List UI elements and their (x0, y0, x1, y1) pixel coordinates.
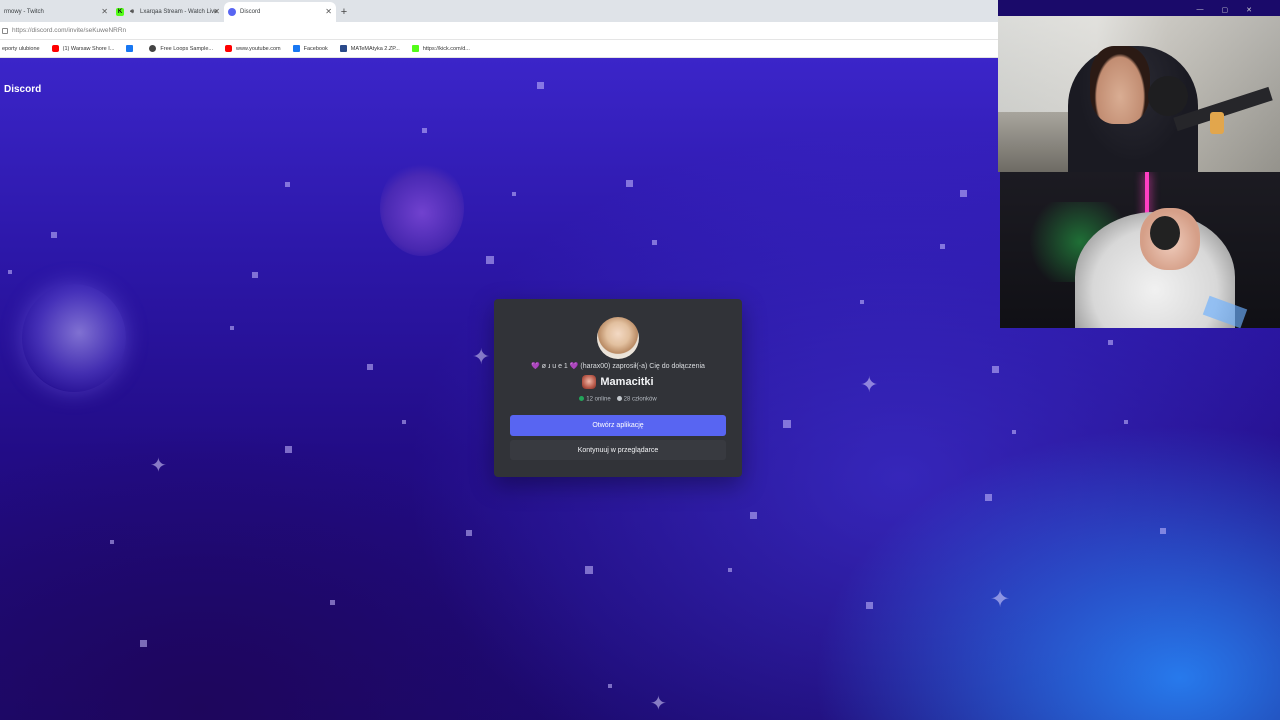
maximize-icon[interactable]: ▢ (1222, 6, 1229, 14)
potion-illustration (380, 160, 464, 256)
sparkle-icon: ✦ (990, 586, 1011, 613)
member-dot-icon (616, 396, 622, 401)
sparkle-icon: ✦ (472, 344, 491, 369)
youtube-icon (51, 45, 59, 52)
star (750, 512, 757, 519)
webcam-overlay-bottom (1000, 172, 1280, 328)
window-controls: — ▢ ✕ (1197, 6, 1253, 14)
discord-icon (228, 8, 236, 16)
inviter-text: 💜 ø ɹ u e 1 💜 (harax00) zaprosił(-a) Cię… (531, 363, 705, 370)
star (110, 540, 114, 544)
star (252, 272, 258, 278)
star (860, 300, 864, 304)
star (486, 256, 494, 264)
close-tab-icon[interactable]: ✕ (213, 7, 220, 16)
new-tab-button[interactable]: + (336, 2, 352, 22)
star (285, 182, 290, 187)
server-icon (582, 375, 597, 389)
online-dot-icon (579, 396, 585, 401)
server-stats: 12 online 28 członków (494, 396, 742, 403)
bookmark-item[interactable]: MATeMAtyka 2.ZP... (339, 45, 400, 52)
tab-discord[interactable]: Discord ✕ (224, 2, 336, 22)
github-icon (149, 45, 157, 52)
star (422, 128, 427, 133)
close-tab-icon[interactable]: ✕ (101, 7, 108, 16)
tab-label: Lxarqaa Stream - Watch Live (140, 9, 218, 15)
invite-modal: 💜 ø ɹ u e 1 💜 (harax00) zaprosił(-a) Cię… (494, 299, 742, 477)
bookmark-item[interactable]: Facebook (292, 45, 328, 52)
star (512, 192, 516, 196)
star (330, 600, 335, 605)
star (626, 180, 633, 187)
planet-illustration (22, 284, 126, 392)
star (367, 364, 373, 370)
star (960, 190, 967, 197)
tab-kick[interactable]: K 🔊︎ Lxarqaa Stream - Watch Live ✕ (112, 2, 224, 22)
bookmark-item[interactable]: Free Loops Sample... (149, 45, 213, 52)
youtube-icon (224, 45, 232, 52)
minimize-icon[interactable]: — (1197, 6, 1204, 14)
bookmark-item[interactable] (126, 45, 137, 52)
star (585, 566, 593, 574)
open-app-button[interactable]: Otwórz aplikację (510, 415, 726, 436)
bookmark-item[interactable]: www.youtube.com (224, 45, 281, 52)
star (466, 530, 472, 536)
star (728, 568, 732, 572)
star (285, 446, 292, 453)
screen: ✦ ✦ ✦ ✦ ✦ Discord 💜 ø ɹ u e 1 💜 (harax00… (0, 0, 1280, 720)
sparkle-icon: ✦ (650, 693, 667, 715)
kick-icon (411, 45, 419, 52)
matematyka-icon (339, 45, 347, 52)
tab-label: Discord (240, 9, 261, 15)
server-name: Mamacitki (600, 376, 654, 388)
star (783, 420, 791, 428)
star (608, 684, 612, 688)
bookmark-item[interactable]: (1) Warsaw Shore I... (51, 45, 114, 52)
bookmark-item[interactable]: eporty ulubione (2, 46, 40, 52)
close-tab-icon[interactable]: ✕ (325, 7, 332, 16)
star (51, 232, 57, 238)
close-window-icon[interactable]: ✕ (1246, 6, 1252, 14)
sparkle-icon: ✦ (150, 455, 167, 477)
star (1108, 340, 1113, 345)
star (985, 494, 992, 501)
kick-icon: K (116, 8, 124, 16)
tab-label: rmowy - Twitch (4, 9, 44, 15)
star (402, 420, 406, 424)
star (866, 602, 873, 609)
online-count: 12 online (579, 396, 611, 403)
star (537, 82, 544, 89)
headphones-icon (1150, 216, 1180, 250)
speaker-icon[interactable]: 🔊︎ (128, 8, 136, 16)
inviter-avatar (597, 317, 639, 359)
star (652, 240, 657, 245)
webcam-overlay-top (998, 16, 1280, 172)
star (992, 366, 999, 373)
star (1124, 420, 1128, 424)
tab-bar: rmowy - Twitch ✕ K 🔊︎ Lxarqaa Stream - W… (0, 0, 998, 22)
star (230, 326, 234, 330)
bookmarks-bar: eporty ulubione (1) Warsaw Shore I... Fr… (0, 40, 998, 58)
facebook-icon (292, 45, 300, 52)
continue-in-browser-button[interactable]: Kontynuuj w przeglądarce (510, 440, 726, 460)
star (1012, 430, 1016, 434)
server-row: Mamacitki (494, 375, 742, 389)
star (140, 640, 147, 647)
facebook-icon (126, 45, 134, 52)
address-bar[interactable]: https://discord.com/invite/seKuweNRRn (0, 22, 998, 40)
bookmark-item[interactable]: https://kick.com/d... (411, 45, 470, 52)
url-text[interactable]: https://discord.com/invite/seKuweNRRn (12, 27, 126, 34)
star (8, 270, 12, 274)
star (1160, 528, 1166, 534)
star (940, 244, 945, 249)
lock-icon[interactable] (2, 27, 8, 34)
discord-logo[interactable]: Discord (4, 84, 41, 95)
member-count: 28 członków (616, 396, 657, 403)
tab-twitch[interactable]: rmowy - Twitch ✕ (0, 2, 112, 22)
headphones-icon (1148, 76, 1188, 116)
sparkle-icon: ✦ (860, 372, 879, 397)
